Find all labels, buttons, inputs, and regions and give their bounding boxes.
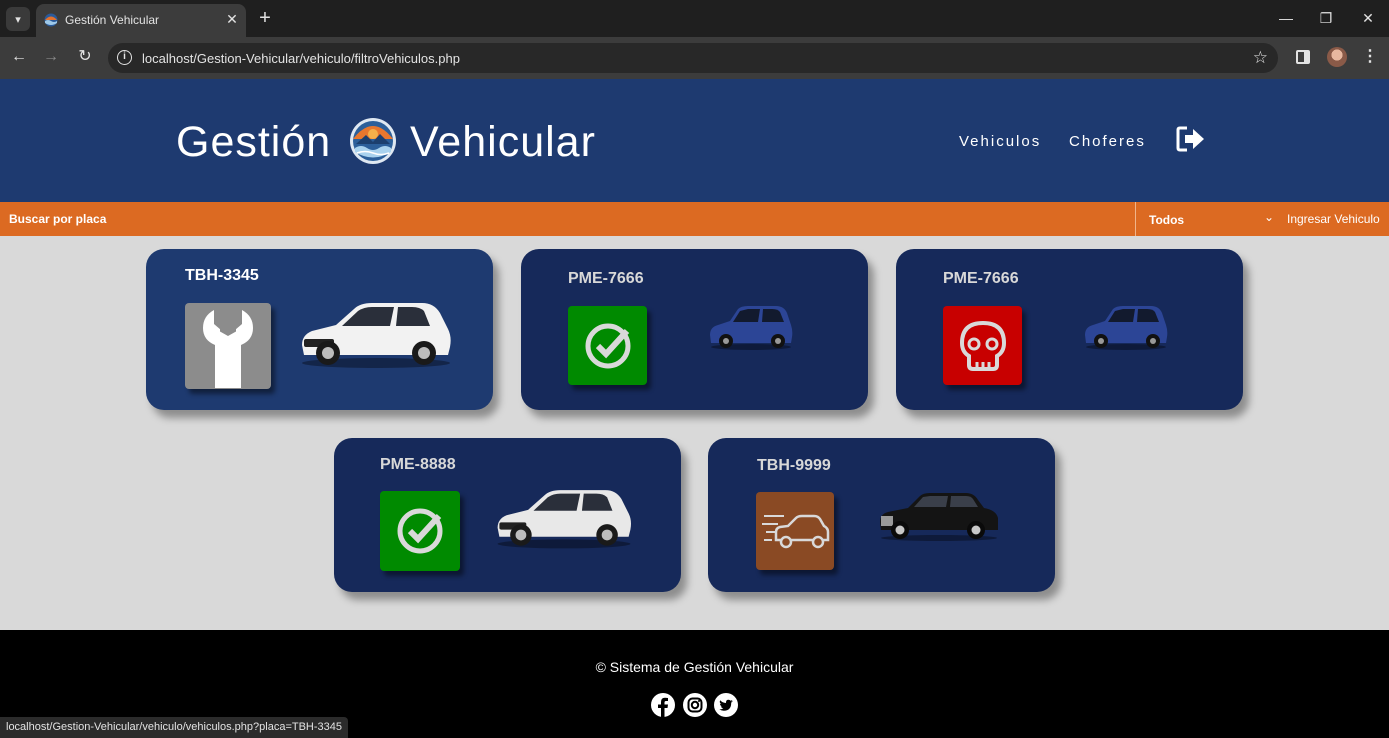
copyright-text: © Sistema de Gestión Vehicular	[595, 659, 794, 675]
plus-icon[interactable]: +	[255, 8, 275, 28]
forward-icon[interactable]: →	[40, 46, 62, 68]
facebook-icon[interactable]	[651, 693, 675, 717]
logo-icon	[350, 118, 396, 164]
vehicle-card[interactable]: PME-7666	[896, 249, 1243, 410]
star-icon[interactable]: ☆	[1253, 48, 1268, 68]
url-text[interactable]: localhost/Gestion-Vehicular/vehiculo/fil…	[142, 51, 460, 66]
blue-suv-image	[710, 306, 793, 350]
restore-icon[interactable]: ❐	[1314, 6, 1338, 30]
wrench-icon	[185, 303, 271, 389]
browser-toolbar: ← → ↻ i localhost/Gestion-Vehicular/vehi…	[0, 37, 1389, 79]
vehicle-plate: PME-8888	[380, 456, 456, 473]
status-filter-select[interactable]: Todos	[1149, 213, 1184, 227]
page-content: Gestión Vehicular Vehiculos Choferes Bus…	[0, 79, 1389, 738]
blue-suv-image	[1085, 306, 1168, 350]
check-circle-icon	[568, 306, 647, 385]
black-sedan-image	[880, 493, 998, 541]
info-icon[interactable]: i	[117, 50, 132, 65]
chevron-down-icon[interactable]: ⌄	[1264, 210, 1274, 224]
browser-tab[interactable]: Gestión Vehicular ✕	[36, 4, 246, 37]
nav-link-vehiculos[interactable]: Vehiculos	[959, 133, 1041, 150]
skull-icon	[943, 306, 1022, 385]
vehicle-plate: PME-7666	[943, 270, 1019, 287]
vehicle-card[interactable]: TBH-3345	[146, 249, 493, 410]
brand-title-left[interactable]: Gestión	[176, 118, 331, 167]
check-circle-icon	[380, 491, 460, 571]
link-preview-status: localhost/Gestion-Vehicular/vehiculo/veh…	[0, 717, 349, 738]
close-window-icon[interactable]: ✕	[1356, 6, 1380, 30]
nav-link-choferes[interactable]: Choferes	[1069, 133, 1146, 150]
white-suv-image	[302, 303, 451, 368]
address-bar[interactable]: i localhost/Gestion-Vehicular/vehiculo/f…	[108, 43, 1278, 73]
twitter-icon[interactable]	[714, 693, 738, 717]
vehicle-plate: TBH-9999	[757, 457, 831, 474]
tab-menu-icon[interactable]: ▾	[6, 7, 30, 31]
vehicle-plate: TBH-3345	[185, 267, 259, 284]
brand-title-right[interactable]: Vehicular	[410, 118, 596, 167]
add-vehicle-link[interactable]: Ingresar Vehiculo	[1287, 212, 1380, 226]
site-header: Gestión Vehicular Vehiculos Choferes	[0, 79, 1389, 202]
avatar[interactable]	[1327, 47, 1347, 67]
instagram-icon[interactable]	[683, 693, 707, 717]
filter-divider	[1135, 202, 1136, 236]
back-icon[interactable]: ←	[8, 46, 30, 68]
vehicle-card[interactable]: TBH-9999	[708, 438, 1055, 592]
tab-title: Gestión Vehicular	[65, 13, 160, 27]
browser-tabstrip: ▾ Gestión Vehicular ✕ + — ❐ ✕	[0, 0, 1389, 37]
filter-bar: Buscar por placa Todos ⌄ Ingresar Vehicu…	[0, 202, 1389, 236]
search-by-plate-input[interactable]: Buscar por placa	[9, 212, 106, 226]
kebab-icon[interactable]: ⋮	[1362, 46, 1378, 66]
reload-icon[interactable]: ↻	[74, 46, 96, 68]
white-suv-image	[497, 490, 632, 549]
side-panel-icon[interactable]	[1296, 50, 1310, 64]
close-icon[interactable]: ✕	[223, 10, 241, 28]
vehicle-card[interactable]: PME-7666	[521, 249, 868, 410]
moving-car-icon	[756, 492, 834, 570]
vehicle-plate: PME-7666	[568, 270, 644, 287]
minimize-icon[interactable]: —	[1274, 6, 1298, 30]
favicon-icon	[44, 13, 58, 27]
logout-icon[interactable]	[1176, 126, 1206, 152]
vehicle-card[interactable]: PME-8888	[334, 438, 681, 592]
